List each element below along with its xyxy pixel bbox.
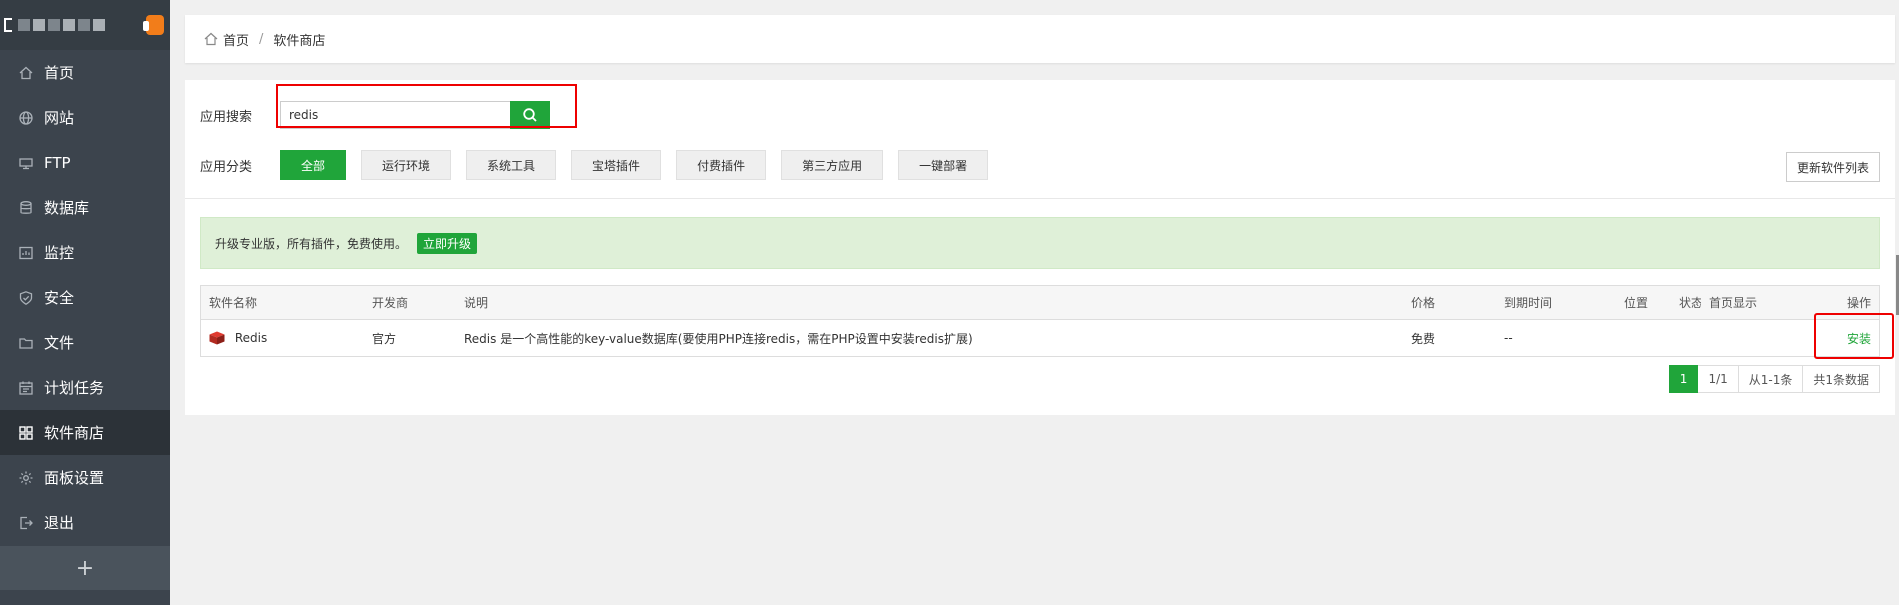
calendar-icon [18,380,34,396]
sidebar-item-label: FTP [44,153,71,172]
sidebar-item-cron[interactable]: 计划任务 [0,365,170,410]
sidebar-item-label: 退出 [44,514,75,532]
folder-icon [18,335,34,351]
redis-icon [209,331,225,345]
add-button[interactable]: + [0,546,170,590]
home-icon [204,32,218,46]
category-one-click-deploy[interactable]: 一键部署 [898,150,989,180]
shield-icon [18,290,34,306]
sidebar-item-label: 安全 [44,289,75,307]
category-third-party[interactable]: 第三方应用 [781,150,884,180]
category-label: 应用分类 [200,159,253,175]
software-table: 软件名称 开发商 说明 价格 到期时间 位置 状态 首页显示 操作 Redis … [200,285,1880,357]
breadcrumb-current: 软件商店 [273,33,326,49]
category-all[interactable]: 全部 [280,150,347,180]
sidebar-item-logout[interactable]: 退出 [0,500,170,545]
sidebar-item-software-store[interactable]: 软件商店 [0,410,170,455]
page-count: 1/1 [1698,365,1739,393]
category-row: 应用分类 全部 运行环境 系统工具 宝塔插件 付费插件 第三方应用 一键部署 [200,150,1003,180]
column-header: 位置 [1624,296,1649,310]
globe-icon [18,110,34,126]
total-count: 共1条数据 [1803,365,1880,393]
sidebar-item-files[interactable]: 文件 [0,320,170,365]
category-system-tools[interactable]: 系统工具 [466,150,557,180]
column-header: 到期时间 [1504,296,1553,310]
column-header: 开发商 [372,296,409,310]
column-header: 软件名称 [209,296,258,310]
breadcrumb: 首页 / 软件商店 [185,15,1895,63]
upgrade-notice-text: 升级专业版，所有插件，免费使用。 [215,236,408,251]
sidebar-item-panel-settings[interactable]: 面板设置 [0,455,170,500]
price-cell: 免费 [1411,331,1436,346]
column-header: 价格 [1411,296,1436,310]
sidebar-item-ftp[interactable]: FTP [0,140,170,185]
sidebar: 首页 网站 FTP 数据库 监控 安全 文件 计划任务 软件商店 面板设置 退出… [0,0,170,605]
table-row: Redis 官方 Redis 是一个高性能的key-value数据库(要使用PH… [201,320,1879,356]
category-bt-plugins[interactable]: 宝塔插件 [571,150,662,180]
sidebar-item-label: 监控 [44,244,75,262]
install-highlight-box [1814,313,1894,359]
sidebar-item-label: 文件 [44,334,75,352]
database-icon [18,200,34,216]
sidebar-item-monitor[interactable]: 监控 [0,230,170,275]
sidebar-item-security[interactable]: 安全 [0,275,170,320]
ftp-icon [18,155,34,171]
software-store-panel: 应用搜索 应用分类 全部 运行环境 系统工具 宝塔插件 付费插件 第三方应用 一… [185,80,1895,415]
sidebar-item-home[interactable]: 首页 [0,50,170,95]
divider [185,198,1895,199]
sidebar-item-label: 软件商店 [44,424,105,442]
sidebar-item-label: 面板设置 [44,469,105,487]
sidebar-item-label: 网站 [44,109,75,127]
server-address-blurred [18,19,105,31]
software-name: Redis [234,330,268,345]
pagination: 1 1/1 从1-1条 共1条数据 [1668,365,1880,393]
monitor-logo-icon [4,18,12,32]
sidebar-item-database[interactable]: 数据库 [0,185,170,230]
description-cell: Redis 是一个高性能的key-value数据库(要使用PHP连接redis，… [464,331,973,346]
page-range: 从1-1条 [1738,365,1804,393]
sidebar-item-website[interactable]: 网站 [0,95,170,140]
logout-icon [18,515,34,531]
upgrade-now-button[interactable]: 立即升级 [417,232,478,254]
column-header: 状态 [1679,296,1701,310]
breadcrumb-separator: / [259,31,264,47]
breadcrumb-home-link[interactable]: 首页 [223,30,249,49]
home-icon [18,65,34,81]
monitor-icon [18,245,34,261]
notification-icon[interactable] [143,15,164,35]
search-label: 应用搜索 [200,109,253,125]
vendor-cell: 官方 [372,331,397,346]
column-header: 说明 [464,296,489,310]
sidebar-item-label: 计划任务 [44,379,105,397]
expire-cell: -- [1504,331,1513,345]
table-header: 软件名称 开发商 说明 价格 到期时间 位置 状态 首页显示 操作 [201,286,1879,320]
sidebar-header [0,0,170,50]
software-name-cell: Redis [201,331,364,346]
sidebar-item-label: 数据库 [44,199,90,217]
apps-icon [18,425,34,441]
sidebar-item-label: 首页 [44,64,75,82]
upgrade-notice: 升级专业版，所有插件，免费使用。 立即升级 [200,217,1880,269]
refresh-software-list-button[interactable]: 更新软件列表 [1785,152,1880,182]
column-header: 首页显示 [1709,296,1758,310]
search-highlight-box [276,84,577,128]
category-paid-plugins[interactable]: 付费插件 [676,150,767,180]
column-header: 操作 [1846,296,1871,310]
category-runtime[interactable]: 运行环境 [361,150,452,180]
gear-icon [18,470,34,486]
page-current[interactable]: 1 [1668,365,1699,393]
